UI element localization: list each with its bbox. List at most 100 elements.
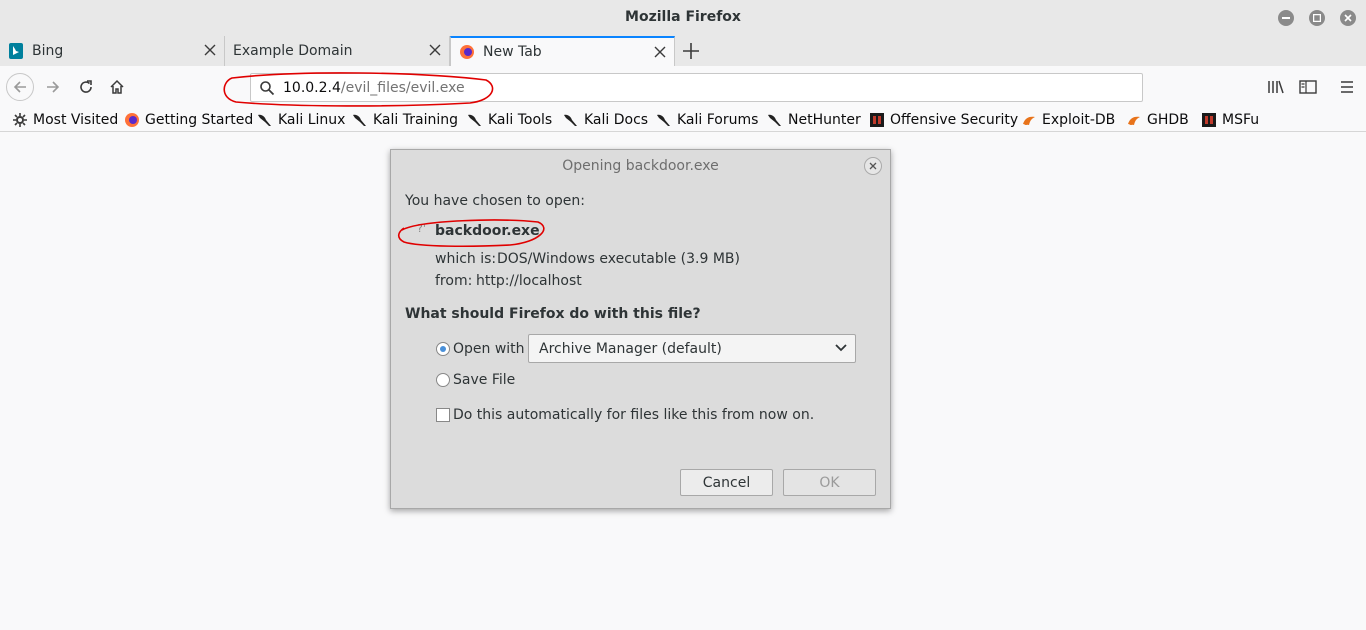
maximize-button[interactable] <box>1309 10 1325 26</box>
url-text[interactable]: 10.0.2.4/evil_files/evil.exe <box>283 80 465 96</box>
library-icon <box>1268 80 1284 94</box>
bookmark-kali-training[interactable]: Kali Training <box>352 110 458 130</box>
open-with-radio[interactable] <box>436 342 450 356</box>
bookmark-label: MSFu <box>1222 112 1260 128</box>
chosen-label: You have chosen to open: <box>405 193 585 209</box>
maximize-icon <box>1313 14 1321 22</box>
kali-dragon-icon <box>656 112 672 128</box>
file-name: backdoor.exe <box>435 223 540 239</box>
offsec-icon <box>869 112 885 128</box>
window-titlebar: Mozilla Firefox <box>0 0 1366 36</box>
tab-label: Bing <box>32 43 64 59</box>
bookmark-kali-linux[interactable]: Kali Linux <box>257 110 345 130</box>
menu-button[interactable] <box>1336 76 1358 98</box>
firefox-icon <box>124 112 140 128</box>
bookmark-kali-forums[interactable]: Kali Forums <box>656 110 758 130</box>
hamburger-menu-icon <box>1341 81 1353 93</box>
from-label: from: <box>435 273 473 289</box>
download-dialog: Opening backdoor.exe You have chosen to … <box>390 149 891 509</box>
reload-button[interactable] <box>75 76 97 98</box>
search-icon <box>260 81 275 96</box>
tab-example-domain[interactable]: Example Domain <box>225 36 450 66</box>
url-bar[interactable]: 10.0.2.4/evil_files/evil.exe <box>250 73 1143 102</box>
firefox-icon <box>459 44 475 60</box>
forward-arrow-icon <box>47 81 60 93</box>
action-question: What should Firefox do with this file? <box>405 306 701 322</box>
open-with-label[interactable]: Open with <box>453 341 525 357</box>
bookmark-exploit-db[interactable]: Exploit-DB <box>1021 110 1115 130</box>
bookmark-label: Most Visited <box>33 112 119 128</box>
bookmark-kali-tools[interactable]: Kali Tools <box>467 110 552 130</box>
dialog-title: Opening backdoor.exe <box>562 158 719 174</box>
bookmark-label: Offensive Security <box>890 112 1019 128</box>
kali-dragon-icon <box>563 112 579 128</box>
home-button[interactable] <box>106 76 128 98</box>
bookmark-offensive-security[interactable]: Offensive Security <box>869 110 1018 130</box>
tab-label: Example Domain <box>233 43 353 59</box>
save-file-label[interactable]: Save File <box>453 372 515 388</box>
unknown-file-icon: ?' <box>417 222 426 235</box>
from-value: http://localhost <box>476 273 582 289</box>
bookmark-label: Kali Forums <box>677 112 759 128</box>
close-tab-icon[interactable] <box>204 44 216 56</box>
sidebar-button[interactable] <box>1297 76 1319 98</box>
bookmark-getting-started[interactable]: Getting Started <box>124 110 253 130</box>
url-host: 10.0.2.4 <box>283 80 341 96</box>
kali-dragon-icon <box>352 112 368 128</box>
close-tab-icon[interactable] <box>429 44 441 56</box>
bookmark-kali-docs[interactable]: Kali Docs <box>563 110 648 130</box>
bookmark-label: Getting Started <box>145 112 254 128</box>
auto-action-label[interactable]: Do this automatically for files like thi… <box>453 407 814 423</box>
bookmark-ghdb[interactable]: GHDB <box>1126 110 1189 130</box>
reload-icon <box>80 80 92 93</box>
tab-strip: Bing Example Domain New Tab <box>0 36 1366 66</box>
save-file-radio[interactable] <box>436 373 450 387</box>
auto-action-checkbox[interactable] <box>436 408 450 422</box>
close-window-button[interactable] <box>1340 10 1356 26</box>
open-with-app-select[interactable]: Archive Manager (default) <box>528 334 856 363</box>
close-tab-icon[interactable] <box>654 46 666 58</box>
which-is-label: which is: <box>435 251 497 267</box>
minimize-button[interactable] <box>1278 10 1294 26</box>
bookmark-label: GHDB <box>1147 112 1189 128</box>
back-button[interactable] <box>6 73 34 101</box>
forward-button[interactable] <box>42 76 64 98</box>
bookmark-most-visited[interactable]: Most Visited <box>12 110 118 130</box>
bookmark-label: Kali Training <box>373 112 458 128</box>
kali-dragon-icon <box>257 112 273 128</box>
url-path: /evil_files/evil.exe <box>340 80 465 96</box>
bookmark-label: Kali Tools <box>488 112 553 128</box>
offsec-icon <box>1201 112 1217 128</box>
file-type-value: DOS/Windows executable (3.9 MB) <box>497 251 740 267</box>
tab-bing[interactable]: Bing <box>0 36 225 66</box>
bookmark-msfu[interactable]: MSFu <box>1201 110 1259 130</box>
bookmarks-toolbar: Most Visited Getting Started Kali Linux … <box>0 108 1366 132</box>
bookmark-label: NetHunter <box>788 112 861 128</box>
back-arrow-icon <box>13 81 26 93</box>
selected-app: Archive Manager (default) <box>539 341 722 357</box>
exploitdb-icon <box>1021 112 1037 128</box>
kali-dragon-icon <box>767 112 783 128</box>
tab-new-tab[interactable]: New Tab <box>450 36 675 66</box>
close-icon <box>1344 14 1352 22</box>
exploitdb-icon <box>1126 112 1142 128</box>
gear-icon <box>12 112 28 128</box>
bing-icon <box>8 43 24 59</box>
bookmark-nethunter[interactable]: NetHunter <box>767 110 861 130</box>
ok-button[interactable]: OK <box>783 469 876 496</box>
sidebar-icon <box>1299 80 1317 94</box>
bookmark-label: Kali Docs <box>584 112 649 128</box>
tab-label: New Tab <box>483 44 542 60</box>
chevron-down-icon <box>835 344 847 352</box>
home-icon <box>110 79 124 94</box>
window-title: Mozilla Firefox <box>625 9 741 25</box>
close-icon <box>869 162 877 170</box>
bookmark-label: Kali Linux <box>278 112 346 128</box>
library-button[interactable] <box>1265 76 1287 98</box>
dialog-close-button[interactable] <box>864 157 882 175</box>
new-tab-plus-icon[interactable] <box>680 40 702 62</box>
kali-dragon-icon <box>467 112 483 128</box>
cancel-button[interactable]: Cancel <box>680 469 773 496</box>
bookmark-label: Exploit-DB <box>1042 112 1116 128</box>
minimize-icon <box>1282 17 1290 19</box>
